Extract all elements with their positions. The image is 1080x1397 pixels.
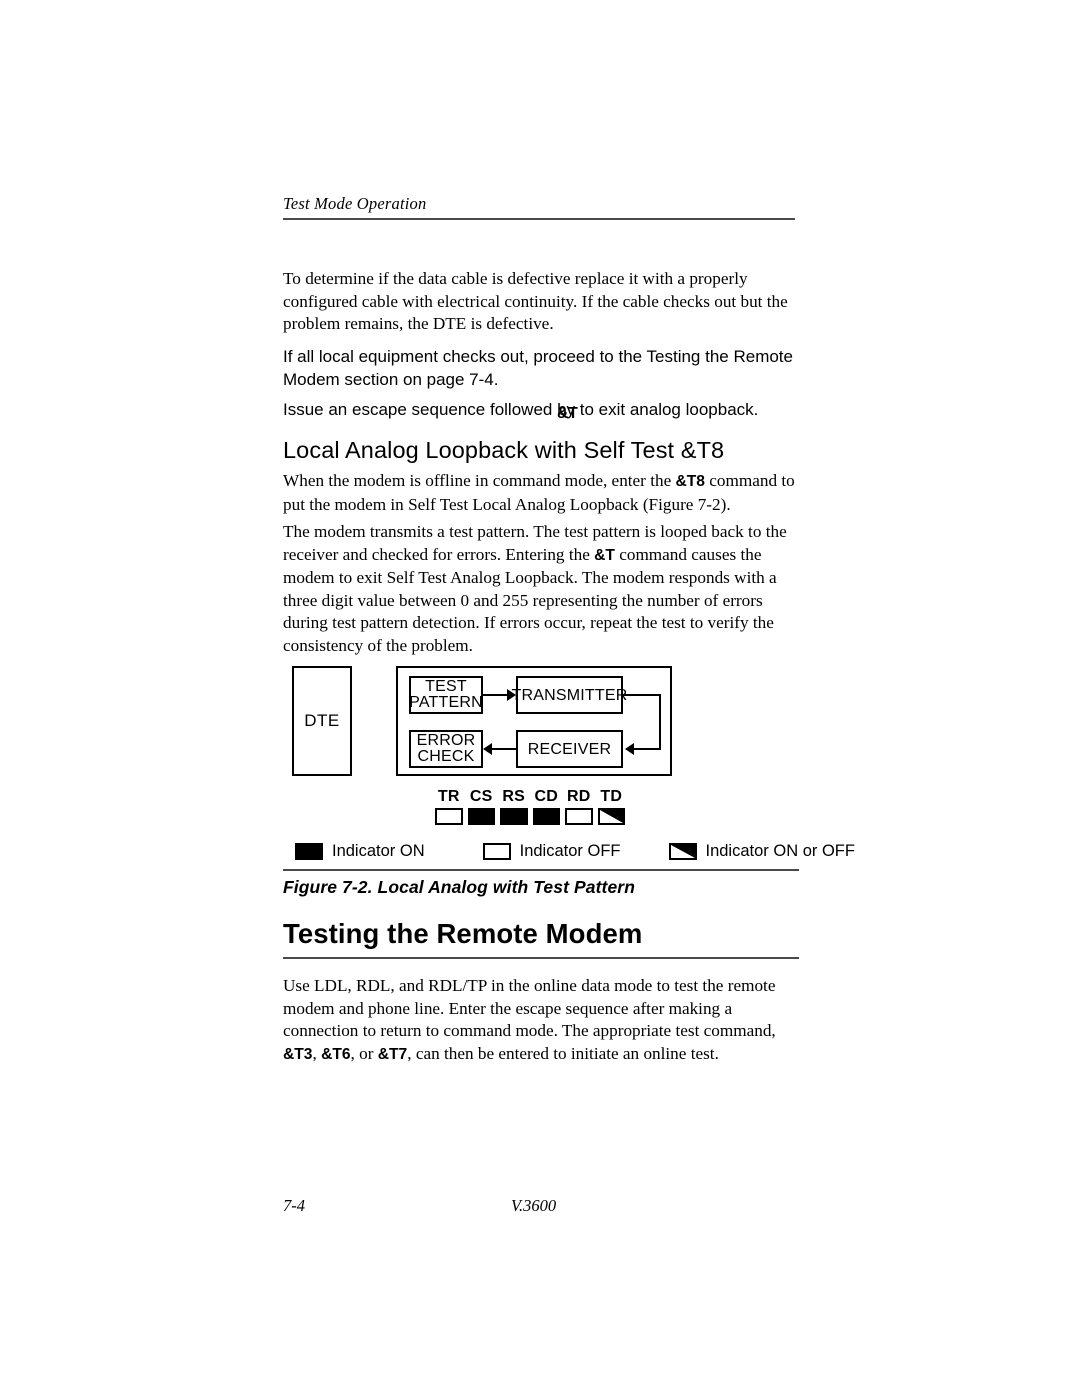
arrow-to-transmitter-icon [507,688,516,701]
subsection-paragraph-1-container: When the modem is offline in command mod… [283,470,799,516]
paragraph-1-container: To determine if the data cable is defect… [283,268,799,336]
legend-text-on: Indicator ON [332,842,425,860]
arrow-to-receiver-icon [625,742,634,755]
paragraph-1: To determine if the data cable is defect… [283,269,788,334]
legend-swatch-on-or-off [668,843,697,860]
indicator-label-rd: RD [566,788,591,805]
legend-item-on-or-off: Indicator ON or OFF [668,842,855,861]
indicator-labels-row: TR CS RS CD RD TD [435,788,625,806]
legend-item-off: Indicator OFF [482,842,621,861]
test-pattern-block: TEST PATTERN [409,676,483,714]
test-pattern-line-1: TEST [425,677,467,695]
subsection-paragraph-1: When the modem is offline in command mod… [283,470,799,516]
indicator-label-cs: CS [469,788,493,805]
legend-swatch-on [295,843,323,860]
figure-caption-block: Figure 7-2. Local Analog with Test Patte… [283,869,799,898]
figure-local-analog-test-pattern: DTE TEST PATTERN TRANSMITTER ERROR CHECK R… [283,660,855,890]
section-command-2: &T6 [321,1045,351,1063]
receiver-label: RECEIVER [527,740,612,758]
footer-document-name: V.3600 [511,1196,557,1215]
section-paragraph-part-b: , can then be entered to initiate an onl… [407,1043,719,1063]
section-separator-2: , or [350,1043,378,1063]
subsection-p2-command: &T [594,546,615,564]
error-check-line-2: CHECK [417,748,475,765]
section-command-3: &T7 [377,1045,408,1063]
section-paragraph: Use LDL, RDL, and RDL/TP in the online d… [283,975,799,1066]
section-heading-rule [283,957,799,959]
paragraph-3: Issue an escape sequence followed by &T t… [283,398,799,422]
error-check-line-1: ERROR [416,731,476,749]
document-page: Test Mode Operation To determine if the … [0,0,1080,1397]
section-heading: Testing the Remote Modem [283,918,643,949]
paragraph-3-suffix: to exit analog loopback. [575,400,759,419]
section-paragraph-part-a: Use LDL, RDL, and RDL/TP in the online d… [283,976,776,1041]
subsection-heading: Local Analog Loopback with Self Test &T8 [283,437,725,463]
section-heading-container: Testing the Remote Modem [283,918,799,959]
figure-caption-rule [283,869,799,871]
connector-loopback-vertical [658,693,661,750]
indicator-swatch-rd [565,808,593,825]
transmitter-label: TRANSMITTER [511,686,628,704]
indicator-swatch-cs [467,808,495,825]
arrow-to-error-check-icon [483,742,492,755]
running-head: Test Mode Operation [283,194,795,220]
subsection-paragraph-2: The modem transmits a test pattern. The … [283,521,799,658]
running-head-rule [283,218,795,220]
indicator-swatches-row [435,808,625,825]
dte-label: DTE [304,711,340,730]
dte-box: DTE [292,666,352,776]
section-command-1: &T3 [283,1045,313,1063]
subsection-heading-container: Local Analog Loopback with Self Test &T8 [283,436,799,464]
paragraph-2: If all local equipment checks out, proce… [283,347,793,389]
paragraph-2-container: If all local equipment checks out, proce… [283,345,799,391]
indicator-label-td: TD [600,788,623,805]
subsection-p1-part-a: When the modem is offline in command mod… [283,471,676,490]
legend-swatch-off [482,843,511,860]
section-separator-1: , [312,1043,322,1063]
legend-item-on: Indicator ON [295,842,425,861]
figure-legend: Indicator ON Indicator OFF Indicator ON … [295,842,855,861]
indicator-swatch-tr [435,808,463,825]
transmitter-block: TRANSMITTER [512,676,627,714]
indicator-label-cd: CD [534,788,558,805]
footer-page-number: 7-4 [283,1196,305,1215]
subsection-paragraph-2-container: The modem transmits a test pattern. The … [283,521,799,658]
legend-text-off: Indicator OFF [519,842,621,860]
error-check-block: ERROR CHECK [409,730,483,768]
paragraph-3-command: &T [557,405,578,422]
section-paragraph-container: Use LDL, RDL, and RDL/TP in the online d… [283,975,799,1066]
connector-transmitter-out [623,693,661,696]
indicator-swatch-rs [500,808,528,825]
indicator-panel: TR CS RS CD RD TD [435,788,625,825]
connector-test-pattern-to-transmitter [483,693,508,696]
paragraph-3-prefix: Issue an escape sequence followed by [283,400,576,419]
indicator-label-rs: RS [502,788,526,805]
test-pattern-label: TEST PATTERN [409,677,483,712]
modem-enclosure: TEST PATTERN TRANSMITTER ERROR CHECK RECEI… [396,666,672,776]
legend-text-on-or-off: Indicator ON or OFF [705,842,855,860]
connector-receiver-to-error-check [492,747,516,750]
connector-loopback-to-receiver [634,747,659,750]
receiver-block: RECEIVER [516,730,623,768]
error-check-label: ERROR CHECK [416,731,476,766]
running-head-text: Test Mode Operation [283,194,427,213]
indicator-swatch-cd [532,808,560,825]
figure-caption-text: Figure 7-2. Local Analog with Test Patte… [283,877,635,897]
test-pattern-line-2: PATTERN [409,694,483,711]
paragraph-3-container: Issue an escape sequence followed by &T t… [283,398,799,422]
indicator-swatch-td [597,808,625,825]
subsection-p1-command: &T8 [675,473,705,490]
indicator-label-tr: TR [437,788,460,805]
